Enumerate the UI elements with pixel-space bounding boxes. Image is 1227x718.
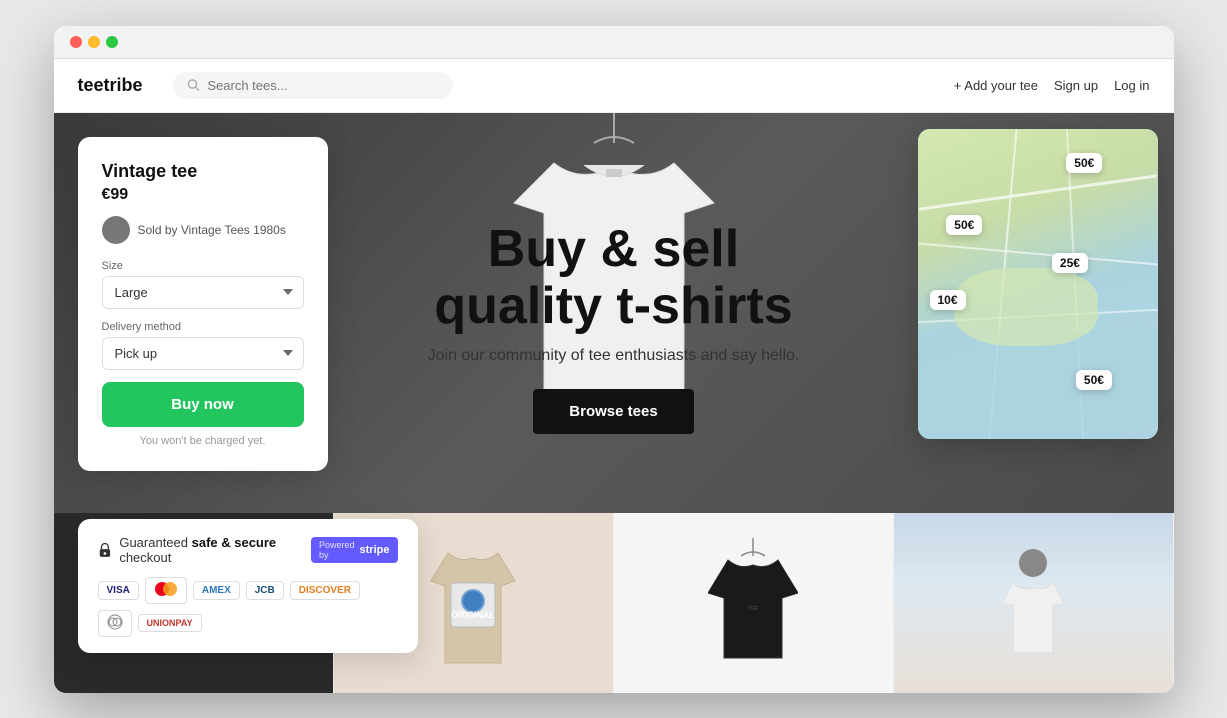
browser-window: teetribe + Add your tee Sign up Log in bbox=[54, 26, 1174, 693]
navbar-right: + Add your tee Sign up Log in bbox=[954, 78, 1150, 93]
product-card-3[interactable]: TEE bbox=[614, 513, 894, 693]
search-icon bbox=[187, 78, 200, 92]
browse-tees-button[interactable]: Browse tees bbox=[533, 389, 693, 434]
map-background: 50€ 50€ 25€ 10€ 50€ bbox=[918, 129, 1158, 439]
price-bubble-5: 50€ bbox=[1076, 370, 1112, 390]
svg-text:ORIGINAL: ORIGINAL bbox=[451, 610, 496, 620]
browser-bar bbox=[54, 26, 1174, 59]
main-content: Buy & sell quality t-shirts Join our com… bbox=[54, 113, 1174, 693]
signup-link[interactable]: Sign up bbox=[1054, 78, 1098, 93]
delivery-label: Delivery method bbox=[102, 321, 304, 333]
close-dot[interactable] bbox=[70, 36, 82, 48]
card-mastercard bbox=[145, 577, 187, 604]
product-panel: Vintage tee €99 Sold by Vintage Tees 198… bbox=[78, 137, 328, 471]
search-input[interactable] bbox=[207, 78, 438, 93]
login-link[interactable]: Log in bbox=[1114, 78, 1149, 93]
price-bubble-1: 50€ bbox=[1066, 153, 1102, 173]
logo: teetribe bbox=[78, 75, 143, 96]
hero-section: Buy & sell quality t-shirts Join our com… bbox=[54, 113, 1174, 513]
delivery-select[interactable]: Pick up Delivery bbox=[102, 337, 304, 370]
stripe-badge: Powered by stripe bbox=[311, 537, 397, 563]
products-row: ORIGINAL TEE bbox=[54, 513, 1174, 693]
browser-dots bbox=[70, 36, 118, 48]
secure-checkout-panel: Guaranteed safe & secure checkout Powere… bbox=[78, 519, 418, 653]
maximize-dot[interactable] bbox=[106, 36, 118, 48]
product-card-4[interactable] bbox=[894, 513, 1174, 693]
seller-name: Sold by Vintage Tees 1980s bbox=[138, 223, 286, 237]
hero-subtitle: Join our community of tee enthusiasts an… bbox=[428, 347, 800, 365]
card-jcb: JCB bbox=[246, 581, 284, 600]
payment-cards-row: VISA AMEX JCB DISCOVER bbox=[98, 577, 398, 637]
no-charge-text: You won't be charged yet. bbox=[102, 435, 304, 447]
card-amex: AMEX bbox=[193, 581, 240, 600]
navbar: teetribe + Add your tee Sign up Log in bbox=[54, 59, 1174, 113]
size-label: Size bbox=[102, 260, 304, 272]
price-bubble-2: 50€ bbox=[946, 215, 982, 235]
map-panel: 50€ 50€ 25€ 10€ 50€ bbox=[918, 129, 1158, 439]
price-bubble-3: 25€ bbox=[1052, 253, 1088, 273]
seller-row: Sold by Vintage Tees 1980s bbox=[102, 216, 304, 244]
secure-title-row: Guaranteed safe & secure checkout Powere… bbox=[98, 535, 398, 565]
product-price: €99 bbox=[102, 186, 304, 204]
search-bar[interactable] bbox=[173, 72, 453, 99]
seller-avatar bbox=[102, 216, 130, 244]
card-discover: DISCOVER bbox=[290, 581, 360, 600]
card-visa: VISA bbox=[98, 581, 139, 600]
svg-text:TEE: TEE bbox=[748, 606, 758, 612]
price-bubble-4: 10€ bbox=[930, 290, 966, 310]
hero-title: Buy & sell quality t-shirts bbox=[428, 221, 800, 335]
hero-content: Buy & sell quality t-shirts Join our com… bbox=[428, 221, 800, 434]
card-diners bbox=[98, 610, 132, 637]
card-unionpay: UNIONPAY bbox=[138, 614, 202, 632]
add-tee-link[interactable]: + Add your tee bbox=[954, 78, 1038, 93]
minimize-dot[interactable] bbox=[88, 36, 100, 48]
secure-text: Guaranteed safe & secure checkout bbox=[119, 535, 303, 565]
buy-now-button[interactable]: Buy now bbox=[102, 382, 304, 427]
lock-icon bbox=[98, 541, 112, 559]
size-select[interactable]: Large Small Medium XL bbox=[102, 276, 304, 309]
product-name: Vintage tee bbox=[102, 161, 304, 182]
